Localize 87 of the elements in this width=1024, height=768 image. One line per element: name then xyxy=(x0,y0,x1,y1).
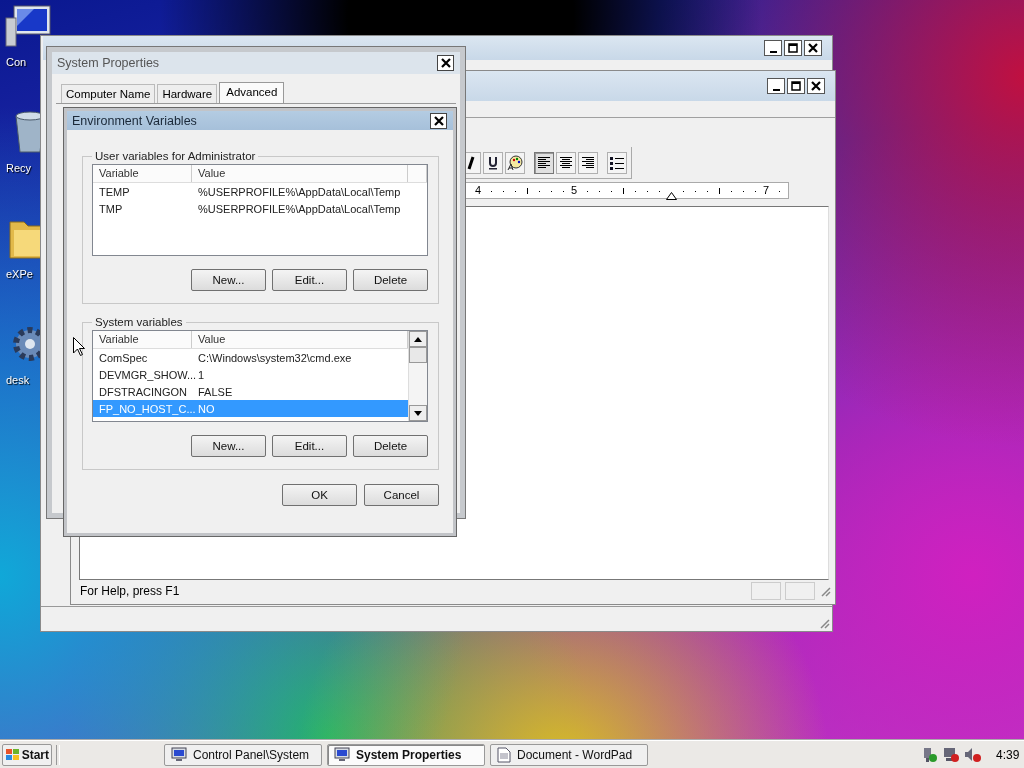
desktop-icon-label[interactable]: Con xyxy=(6,56,27,68)
indent-marker-icon[interactable] xyxy=(666,192,677,200)
close-icon xyxy=(440,58,451,68)
down-arrow-icon xyxy=(414,410,422,416)
monitor-icon xyxy=(334,747,350,762)
scroll-up-button[interactable] xyxy=(409,331,427,347)
clock: 4:39 xyxy=(996,747,1020,762)
ruler-number: 5 xyxy=(571,185,578,196)
scroll-down-button[interactable] xyxy=(409,405,427,421)
ruler-number: 7 xyxy=(763,185,770,196)
align-right-icon xyxy=(581,156,595,169)
list-row[interactable]: TMP %USERPROFILE%\AppData\Local\Temp xyxy=(93,200,408,217)
desktop-icon-label[interactable]: desk xyxy=(6,374,30,386)
bullets-button[interactable] xyxy=(607,151,627,174)
close-icon xyxy=(811,81,821,91)
variable-list[interactable]: Variable Value TEMP %USERPROFILE%\AppData\Local\Temp TMP %USERPROFILE%\AppData\Local\Temp xyxy=(92,164,428,256)
resize-grip-icon[interactable] xyxy=(819,585,831,597)
dialog-button[interactable]: New... xyxy=(191,435,266,457)
align-center-icon xyxy=(559,156,573,169)
tab[interactable]: Advanced xyxy=(219,82,285,103)
document-icon xyxy=(497,746,511,763)
variable-list[interactable]: Variable Value ComSpec C:\Windows\system32\cmd.exe DEVMGR_SHOW... 1 DFSTRACINGON FALSE FP_NO_HOST_C... NO xyxy=(92,330,428,422)
maximize-button[interactable] xyxy=(784,40,802,56)
maximize-button[interactable] xyxy=(787,78,805,94)
status-text: For Help, press F1 xyxy=(80,584,181,598)
status-pane xyxy=(785,582,815,600)
italic-icon xyxy=(465,155,477,170)
dialog-button[interactable]: Edit... xyxy=(272,435,347,457)
close-icon xyxy=(433,115,444,126)
up-arrow-icon xyxy=(414,336,422,342)
tab[interactable]: Computer Name xyxy=(61,84,156,103)
dialog-button[interactable]: Edit... xyxy=(272,269,347,291)
close-button[interactable] xyxy=(807,78,825,94)
minimize-icon xyxy=(772,88,780,91)
ruler-number: 4 xyxy=(475,185,482,196)
close-button[interactable] xyxy=(804,40,822,56)
minimize-button[interactable] xyxy=(767,78,785,94)
dialog-button[interactable]: Delete xyxy=(353,435,428,457)
column-header[interactable]: Value xyxy=(192,165,408,182)
close-icon xyxy=(808,43,818,53)
network-icon[interactable] xyxy=(942,746,960,763)
column-header xyxy=(408,165,427,182)
taskbar-button[interactable]: System Properties xyxy=(327,743,485,766)
scrollbar-thumb[interactable] xyxy=(409,347,427,363)
window-title: Environment Variables xyxy=(72,113,197,128)
taskbar-button[interactable]: Document - WordPad xyxy=(490,743,648,766)
cursor-icon xyxy=(73,337,85,356)
list-row[interactable]: TEMP %USERPROFILE%\AppData\Local\Temp xyxy=(93,183,408,200)
status-pane xyxy=(751,582,781,600)
list-row[interactable]: DFSTRACINGON FALSE xyxy=(93,383,408,400)
start-button[interactable]: Start xyxy=(2,743,52,766)
taskbar-button[interactable]: Control Panel\System xyxy=(164,743,322,766)
align-left-icon xyxy=(537,156,551,169)
underline-icon xyxy=(487,155,499,170)
column-header[interactable]: Variable xyxy=(93,331,192,348)
speaker-icon[interactable] xyxy=(964,746,982,763)
dialog-button[interactable]: New... xyxy=(191,269,266,291)
bullet-list-icon xyxy=(609,155,625,170)
resize-grip-icon[interactable] xyxy=(818,617,830,629)
dialog-button[interactable]: OK xyxy=(282,484,357,506)
group-label: System variables xyxy=(94,316,184,328)
minimize-button[interactable] xyxy=(764,40,782,56)
desktop-icon-label[interactable]: Recy xyxy=(6,162,32,174)
list-row[interactable]: ComSpec C:\Windows\system32\cmd.exe xyxy=(93,349,408,366)
tab[interactable]: Hardware xyxy=(157,84,218,103)
group-label: User variables for Administrator xyxy=(94,150,257,162)
align-right-button[interactable] xyxy=(578,151,598,174)
column-header[interactable]: Variable xyxy=(93,165,192,182)
maximize-icon xyxy=(791,81,801,91)
color-button[interactable] xyxy=(505,151,525,174)
align-center-button[interactable] xyxy=(556,151,576,174)
close-button[interactable] xyxy=(430,112,447,129)
maximize-icon xyxy=(788,43,798,53)
windows-logo-icon xyxy=(5,747,20,762)
computer-icon[interactable] xyxy=(4,4,52,48)
minimize-icon xyxy=(769,50,777,53)
underline-button[interactable] xyxy=(483,151,503,174)
desktop-icon-label[interactable]: eXPe xyxy=(6,268,33,280)
monitor-icon xyxy=(171,747,187,762)
align-left-button[interactable] xyxy=(534,151,554,174)
scrollbar[interactable] xyxy=(408,331,427,421)
window-title: System Properties xyxy=(57,56,160,70)
dialog-button[interactable]: Delete xyxy=(353,269,428,291)
list-row[interactable]: DEVMGR_SHOW... 1 xyxy=(93,366,408,383)
palette-icon xyxy=(507,154,523,171)
column-header[interactable]: Value xyxy=(192,331,408,348)
dialog-button[interactable]: Cancel xyxy=(364,484,439,506)
